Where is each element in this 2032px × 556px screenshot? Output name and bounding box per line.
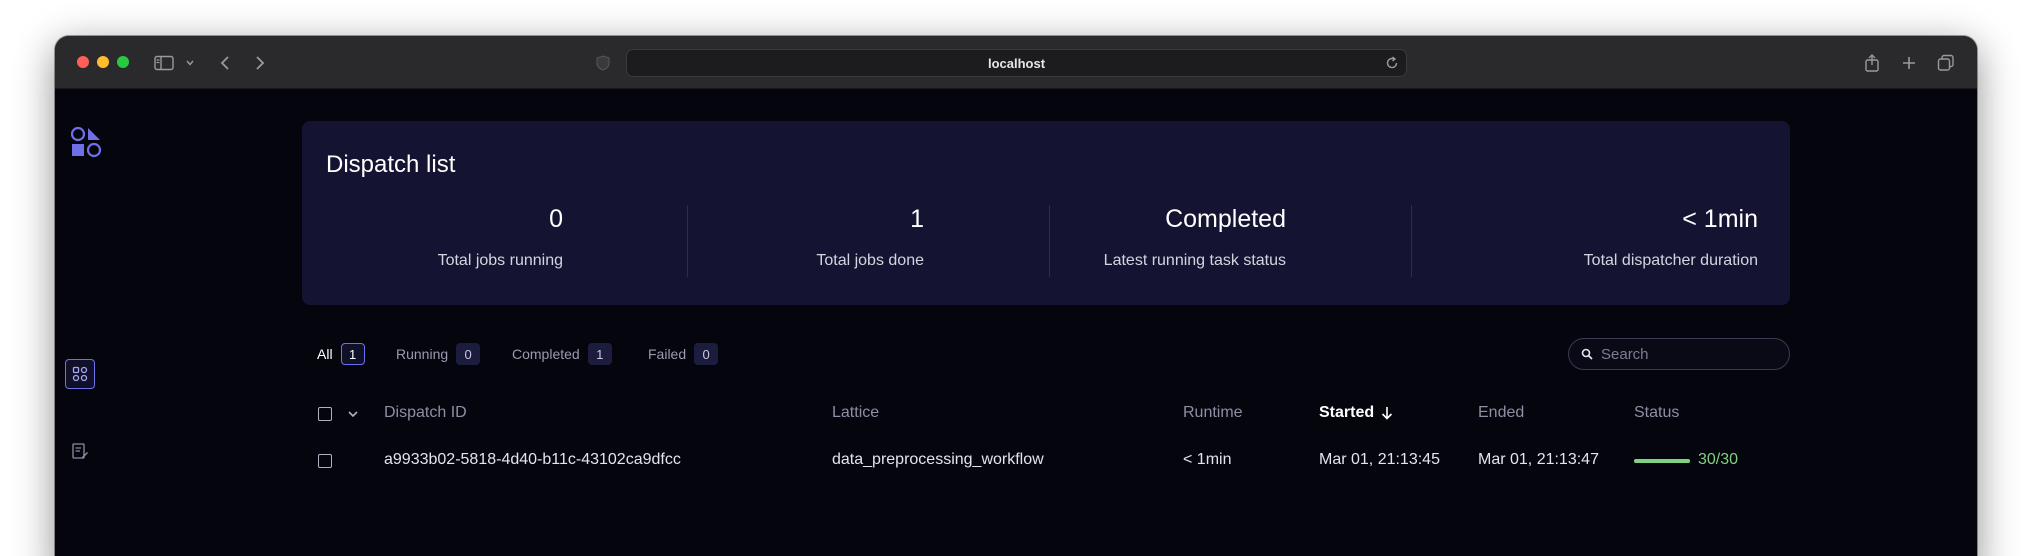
stat-total-jobs-done: 1 Total jobs done bbox=[692, 201, 924, 277]
stat-divider bbox=[1411, 205, 1412, 277]
tab-label: All bbox=[317, 346, 333, 362]
url-text: localhost bbox=[987, 55, 1046, 71]
reload-icon[interactable] bbox=[1384, 54, 1400, 77]
chevron-down-icon[interactable] bbox=[346, 407, 360, 421]
tab-count-badge: 0 bbox=[694, 343, 719, 365]
stat-latest-task-status: Completed Latest running task status bbox=[1054, 201, 1286, 277]
column-header-lattice[interactable]: Lattice bbox=[832, 404, 879, 422]
column-header-runtime[interactable]: Runtime bbox=[1183, 404, 1243, 422]
tab-count-badge: 1 bbox=[340, 343, 365, 365]
share-icon[interactable] bbox=[1862, 36, 1882, 89]
close-window-button[interactable] bbox=[77, 56, 89, 68]
tab-label: Completed bbox=[512, 346, 580, 362]
status-cell: 30/30 bbox=[1698, 451, 1739, 468]
zoom-window-button[interactable] bbox=[117, 56, 129, 68]
stat-value: Completed bbox=[1165, 205, 1286, 233]
dispatch-summary-panel: Dispatch list 0 Total jobs running 1 Tot… bbox=[302, 121, 1790, 305]
stat-divider bbox=[1049, 205, 1050, 277]
column-header-dispatch-id[interactable]: Dispatch ID bbox=[384, 404, 467, 422]
app-logo-icon[interactable] bbox=[69, 125, 103, 159]
tab-label: Running bbox=[396, 346, 449, 362]
page-title: Dispatch list bbox=[326, 151, 456, 178]
search-input[interactable] bbox=[1601, 345, 1771, 363]
column-header-started[interactable]: Started bbox=[1319, 404, 1393, 422]
search-box[interactable] bbox=[1568, 338, 1790, 370]
address-bar[interactable]: localhost bbox=[626, 49, 1407, 77]
tab-all[interactable]: All 1 bbox=[317, 341, 365, 367]
stat-label: Latest running task status bbox=[1103, 252, 1286, 269]
forward-icon[interactable] bbox=[250, 36, 270, 89]
logs-nav-icon[interactable] bbox=[70, 441, 90, 461]
select-all-checkbox[interactable] bbox=[318, 407, 332, 421]
row-select-checkbox[interactable] bbox=[318, 454, 332, 468]
status-progress-fill bbox=[1634, 459, 1690, 463]
tab-count-badge: 1 bbox=[587, 343, 612, 365]
browser-window: localhost Dispatch list 0 Total jobs run… bbox=[55, 36, 1977, 556]
stat-value: 0 bbox=[549, 205, 563, 233]
sort-descending-icon bbox=[1381, 406, 1393, 420]
lattice-cell: data_preprocessing_workflow bbox=[832, 451, 1044, 468]
privacy-shield-icon[interactable] bbox=[593, 36, 613, 89]
ended-cell: Mar 01, 21:13:47 bbox=[1478, 451, 1599, 468]
stat-divider bbox=[687, 205, 688, 277]
stat-label: Total jobs done bbox=[816, 252, 924, 269]
minimize-window-button[interactable] bbox=[97, 56, 109, 68]
started-cell: Mar 01, 21:13:45 bbox=[1319, 451, 1440, 468]
sidebar-toggle-icon[interactable] bbox=[152, 36, 176, 89]
dispatch-list-nav-icon[interactable] bbox=[65, 359, 95, 389]
tab-overview-icon[interactable] bbox=[1936, 36, 1956, 89]
runtime-cell: < 1min bbox=[1183, 451, 1232, 468]
new-tab-icon[interactable] bbox=[1899, 36, 1919, 89]
stat-total-jobs-running: 0 Total jobs running bbox=[302, 201, 563, 277]
back-icon[interactable] bbox=[215, 36, 235, 89]
tab-running[interactable]: Running 0 bbox=[396, 341, 481, 367]
stat-label: Total jobs running bbox=[437, 252, 563, 269]
tab-label: Failed bbox=[648, 346, 687, 362]
stat-value: < 1min bbox=[1682, 205, 1758, 233]
search-icon bbox=[1581, 348, 1593, 360]
tab-failed[interactable]: Failed 0 bbox=[648, 341, 719, 367]
stat-dispatcher-duration: < 1min Total dispatcher duration bbox=[1416, 201, 1758, 277]
column-header-label: Started bbox=[1319, 404, 1375, 421]
tab-count-badge: 0 bbox=[456, 343, 481, 365]
dispatch-id-cell[interactable]: a9933b02-5818-4d40-b11c-43102ca9dfcc bbox=[384, 451, 681, 469]
stat-value: 1 bbox=[910, 205, 924, 233]
chevron-down-icon[interactable] bbox=[184, 36, 196, 89]
status-progress-bar bbox=[1634, 459, 1690, 463]
column-header-ended[interactable]: Ended bbox=[1478, 404, 1524, 422]
column-header-status[interactable]: Status bbox=[1634, 404, 1679, 422]
stat-label: Total dispatcher duration bbox=[1583, 252, 1758, 269]
tab-completed[interactable]: Completed 1 bbox=[512, 341, 612, 367]
browser-toolbar: localhost bbox=[55, 36, 1977, 89]
